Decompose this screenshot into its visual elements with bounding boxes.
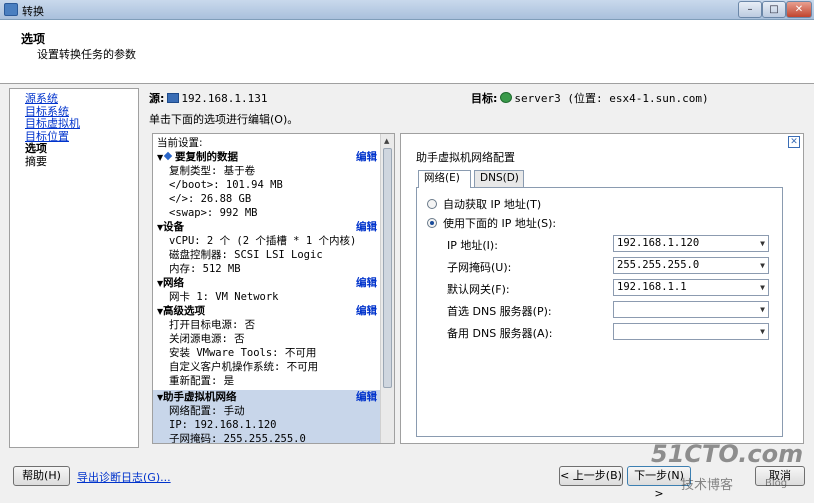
export-diagnostic-log-link[interactable]: 导出诊断日志(G)...: [77, 469, 171, 485]
detail-title: 助手虚拟机网络配置: [416, 151, 515, 164]
scroll-up-arrow-icon[interactable]: ▲: [384, 137, 389, 145]
close-panel-icon[interactable]: ✕: [788, 136, 800, 148]
dropdown-arrow-icon[interactable]: ▼: [760, 258, 765, 273]
nav-step-target-vm[interactable]: 目标虚拟机: [25, 117, 138, 131]
settings-header: 当前设置:: [157, 137, 203, 149]
radio-manual-ip[interactable]: 使用下面的 IP 地址(S):: [427, 215, 556, 231]
setting-line: 磁盘控制器: SCSI LSI Logic: [169, 249, 323, 261]
setting-line: 复制类型: 基于卷: [169, 165, 256, 177]
close-button[interactable]: ✕: [786, 1, 812, 18]
setting-line: 内存: 512 MB: [169, 263, 241, 275]
tab-network[interactable]: 网络(E): [418, 170, 471, 188]
radio-dot: [427, 199, 437, 209]
watermark-subtitle: 技术博客: [681, 478, 734, 493]
setting-line: </>: 26.88 GB: [169, 193, 252, 205]
setting-line: 自定义客户机操作系统: 不可用: [169, 361, 319, 373]
page-subtitle: 设置转换任务的参数: [37, 48, 136, 61]
radio-auto-ip[interactable]: 自动获取 IP 地址(T): [427, 196, 541, 212]
setting-line: 子网掩码: 255.255.255.0: [169, 433, 306, 444]
edit-data-link[interactable]: 编辑: [356, 150, 377, 164]
default-gateway-label: 默认网关(F):: [447, 283, 510, 296]
alternate-dns-label: 备用 DNS 服务器(A):: [447, 327, 553, 340]
dropdown-arrow-icon[interactable]: ▼: [760, 302, 765, 317]
edit-hint: 单击下面的选项进行编辑(O)。: [149, 113, 299, 126]
ip-address-input[interactable]: 192.168.1.120 ▼: [613, 235, 769, 252]
source-info: 源: 192.168.1.131: [149, 90, 268, 106]
title-bar: 转换 – □ ✕: [0, 0, 814, 20]
edit-advanced-link[interactable]: 编辑: [356, 304, 377, 318]
computer-icon: [167, 93, 180, 103]
dropdown-arrow-icon[interactable]: ▼: [760, 236, 765, 251]
wizard-steps-nav: 源系统 目标系统 目标虚拟机 目标位置 选项 摘要: [9, 88, 139, 448]
scrollbar-thumb[interactable]: [383, 148, 392, 388]
target-value: server3 (位置: esx4-1.sun.com): [514, 92, 709, 105]
page-header: 选项 设置转换任务的参数: [0, 20, 814, 84]
target-label: 目标:: [471, 92, 498, 105]
minimize-button[interactable]: –: [738, 1, 762, 18]
collapse-triangle-icon: ▼: [157, 223, 164, 232]
settings-scrollbar[interactable]: ▲: [380, 134, 394, 443]
setting-line: 关闭源电源: 否: [169, 333, 245, 345]
edit-helper-network-link[interactable]: 编辑: [356, 390, 377, 404]
section-devices[interactable]: ▼设备 编辑: [153, 220, 381, 234]
page-title: 选项: [21, 32, 46, 46]
network-tab-panel: 自动获取 IP 地址(T) 使用下面的 IP 地址(S): IP 地址(I): …: [416, 187, 783, 437]
edit-devices-link[interactable]: 编辑: [356, 220, 377, 234]
server-icon: [500, 92, 513, 103]
back-button[interactable]: < 上一步(B): [559, 466, 623, 486]
section-data-to-copy[interactable]: ▼ 要复制的数据 编辑: [153, 150, 381, 164]
window-title: 转换: [22, 5, 44, 18]
maximize-button[interactable]: □: [762, 1, 786, 18]
nav-step-source-system[interactable]: 源系统: [25, 92, 138, 106]
setting-line: 网卡 1: VM Network: [169, 291, 279, 303]
setting-line: </boot>: 101.94 MB: [169, 179, 283, 191]
detail-panel: ✕ 助手虚拟机网络配置 网络(E) DNS(D) 自动获取 IP 地址(T) 使…: [400, 133, 804, 444]
subnet-mask-input[interactable]: 255.255.255.0 ▼: [613, 257, 769, 274]
setting-line: IP: 192.168.1.120: [169, 419, 277, 431]
dropdown-arrow-icon[interactable]: ▼: [760, 324, 765, 339]
edit-network-link[interactable]: 编辑: [356, 276, 377, 290]
default-gateway-input[interactable]: 192.168.1.1 ▼: [613, 279, 769, 296]
settings-list: 当前设置: ▼ 要复制的数据 编辑 复制类型: 基于卷 </boot>: 101.9…: [152, 133, 395, 444]
dropdown-arrow-icon[interactable]: ▼: [760, 280, 765, 295]
preferred-dns-label: 首选 DNS 服务器(P):: [447, 305, 552, 318]
alternate-dns-input[interactable]: ▼: [613, 323, 769, 340]
watermark-blog: Blog: [765, 478, 788, 489]
setting-line: <swap>: 992 MB: [169, 207, 258, 219]
source-label: 源:: [149, 92, 165, 105]
setting-line: 安装 VMware Tools: 不可用: [169, 347, 317, 359]
collapse-triangle-icon: ▼: [157, 307, 164, 316]
section-helper-vm-network[interactable]: ▼助手虚拟机网络 编辑: [153, 390, 381, 404]
section-network[interactable]: ▼网络 编辑: [153, 276, 381, 290]
help-button[interactable]: 帮助(H): [13, 466, 70, 486]
nav-step-summary: 摘要: [25, 154, 47, 168]
subnet-mask-label: 子网掩码(U):: [447, 261, 512, 274]
setting-line: 网络配置: 手动: [169, 405, 245, 417]
collapse-triangle-icon: ▼: [157, 279, 164, 288]
preferred-dns-input[interactable]: ▼: [613, 301, 769, 318]
app-icon: [4, 3, 18, 16]
setting-line: 重新配置: 是: [169, 375, 235, 387]
radio-dot-selected: [427, 218, 437, 228]
tab-dns[interactable]: DNS(D): [474, 170, 524, 187]
setting-line: vCPU: 2 个 (2 个插槽 * 1 个内核): [169, 235, 357, 247]
source-value: 192.168.1.131: [181, 92, 268, 105]
nav-step-options: 选项: [25, 142, 47, 155]
setting-line: 打开目标电源: 否: [169, 319, 256, 331]
target-info: 目标: server3 (位置: esx4-1.sun.com): [471, 90, 709, 106]
section-advanced-options[interactable]: ▼高级选项 编辑: [153, 304, 381, 318]
diamond-icon: [163, 151, 173, 161]
collapse-triangle-icon: ▼: [157, 393, 164, 402]
collapse-triangle-icon: ▼: [157, 153, 164, 162]
ip-address-label: IP 地址(I):: [447, 239, 498, 252]
watermark-logo: 51CTO.com: [651, 440, 804, 468]
